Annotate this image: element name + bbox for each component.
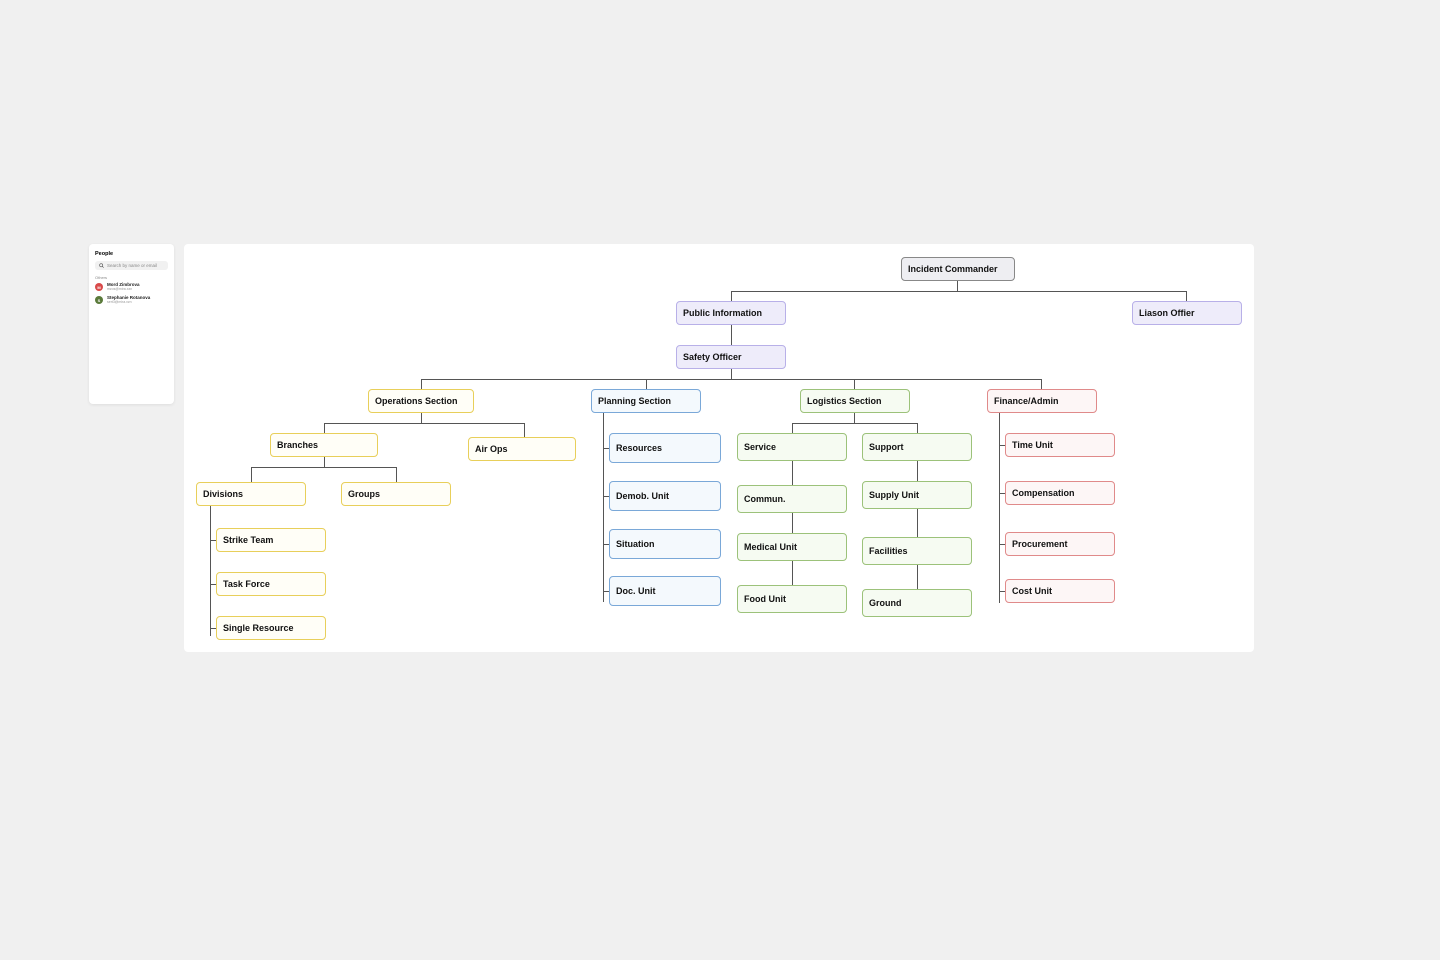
connector: [792, 461, 793, 485]
connector: [396, 467, 397, 482]
node-air-ops[interactable]: Air Ops: [468, 437, 576, 461]
connector: [999, 413, 1000, 603]
node-commun[interactable]: Commun.: [737, 485, 847, 513]
connector: [792, 423, 917, 424]
people-section-label: Others: [95, 275, 168, 280]
connector: [854, 379, 855, 389]
org-chart-canvas[interactable]: Incident Commander Public Information Li…: [184, 244, 1254, 652]
connector: [731, 369, 732, 379]
node-doc-unit[interactable]: Doc. Unit: [609, 576, 721, 606]
node-strike-team[interactable]: Strike Team: [216, 528, 326, 552]
person-meta: Mord Zimbrova mzos@mira.xzn: [107, 283, 140, 292]
node-compensation[interactable]: Compensation: [1005, 481, 1115, 505]
node-branches[interactable]: Branches: [270, 433, 378, 457]
connector: [251, 467, 252, 482]
node-service[interactable]: Service: [737, 433, 847, 461]
connector: [792, 423, 793, 433]
connector: [324, 423, 325, 433]
people-title: People: [95, 251, 168, 257]
search-field[interactable]: [95, 261, 168, 270]
node-planning-section[interactable]: Planning Section: [591, 389, 701, 413]
connector: [1041, 379, 1042, 389]
person-row[interactable]: S Stephanie Rotanova sert3@mira.xzn: [95, 296, 168, 305]
connector: [524, 423, 525, 437]
people-panel: People Others M Mord Zimbrova mzos@mira.…: [89, 244, 174, 404]
person-meta: Stephanie Rotanova sert3@mira.xzn: [107, 296, 150, 305]
node-divisions[interactable]: Divisions: [196, 482, 306, 506]
connector: [731, 291, 1186, 292]
person-email: sert3@mira.xzn: [107, 301, 150, 305]
search-input[interactable]: [107, 263, 164, 268]
connector: [421, 379, 422, 389]
node-operations-section[interactable]: Operations Section: [368, 389, 474, 413]
connector: [957, 281, 958, 291]
connector: [603, 413, 604, 602]
avatar: M: [95, 283, 103, 291]
node-liaison-officer[interactable]: Liason Offier: [1132, 301, 1242, 325]
node-procurement[interactable]: Procurement: [1005, 532, 1115, 556]
node-ground[interactable]: Ground: [862, 589, 972, 617]
connector: [731, 291, 732, 301]
node-support[interactable]: Support: [862, 433, 972, 461]
node-incident-commander[interactable]: Incident Commander: [901, 257, 1015, 281]
node-facilities[interactable]: Facilities: [862, 537, 972, 565]
node-cost-unit[interactable]: Cost Unit: [1005, 579, 1115, 603]
connector: [917, 565, 918, 589]
node-situation[interactable]: Situation: [609, 529, 721, 559]
node-groups[interactable]: Groups: [341, 482, 451, 506]
node-safety-officer[interactable]: Safety Officer: [676, 345, 786, 369]
person-row[interactable]: M Mord Zimbrova mzos@mira.xzn: [95, 283, 168, 292]
connector: [251, 467, 396, 468]
node-logistics-section[interactable]: Logistics Section: [800, 389, 910, 413]
node-resources[interactable]: Resources: [609, 433, 721, 463]
connector: [731, 325, 732, 345]
node-demob-unit[interactable]: Demob. Unit: [609, 481, 721, 511]
search-icon: [99, 263, 104, 268]
node-public-information[interactable]: Public Information: [676, 301, 786, 325]
connector: [421, 413, 422, 423]
person-email: mzos@mira.xzn: [107, 288, 140, 292]
node-medical-unit[interactable]: Medical Unit: [737, 533, 847, 561]
connector: [792, 561, 793, 585]
node-finance-admin[interactable]: Finance/Admin: [987, 389, 1097, 413]
node-task-force[interactable]: Task Force: [216, 572, 326, 596]
node-food-unit[interactable]: Food Unit: [737, 585, 847, 613]
connector: [792, 513, 793, 533]
connector: [324, 457, 325, 467]
connector: [421, 379, 1041, 380]
connector: [917, 461, 918, 481]
node-single-resource[interactable]: Single Resource: [216, 616, 326, 640]
connector: [646, 379, 647, 389]
connector: [1186, 291, 1187, 301]
node-time-unit[interactable]: Time Unit: [1005, 433, 1115, 457]
node-supply-unit[interactable]: Supply Unit: [862, 481, 972, 509]
connector: [917, 509, 918, 537]
connector: [917, 423, 918, 433]
connector: [854, 413, 855, 423]
avatar: S: [95, 296, 103, 304]
connector: [210, 506, 211, 636]
stage: People Others M Mord Zimbrova mzos@mira.…: [0, 0, 1440, 960]
connector: [324, 423, 524, 424]
